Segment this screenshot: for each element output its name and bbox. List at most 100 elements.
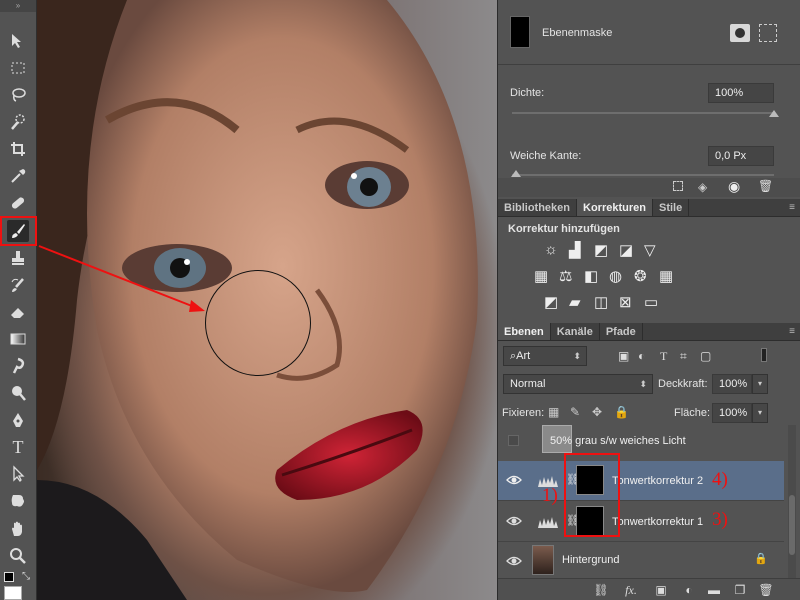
vector-mask-button[interactable] [759, 24, 777, 42]
lock-all-icon[interactable]: 🔒 [614, 405, 629, 419]
gradient-map-icon[interactable]: ▭ [644, 293, 658, 311]
tab-adjustments[interactable]: Korrekturen [577, 199, 653, 216]
color-balance-icon[interactable]: ⚖ [559, 267, 572, 285]
invert-icon[interactable]: ◩ [544, 293, 558, 311]
filter-toggle[interactable] [761, 348, 767, 362]
custom-shape-tool[interactable] [7, 490, 29, 512]
feather-field[interactable]: 0,0 Px [708, 146, 774, 166]
layer-name[interactable]: Hintergrund [562, 554, 619, 566]
new-layer-icon[interactable]: ❐ [732, 582, 748, 598]
pixel-mask-button[interactable] [730, 24, 750, 42]
scrollbar-thumb[interactable] [789, 495, 795, 555]
hue-saturation-icon[interactable]: ▦ [534, 267, 548, 285]
quick-select-tool[interactable] [7, 111, 29, 133]
fx-icon[interactable]: fx. [623, 582, 639, 598]
type-tool[interactable]: T [7, 436, 29, 458]
feather-slider[interactable] [512, 174, 774, 176]
toolbar-collapse-handle[interactable]: » [0, 0, 36, 12]
filter-adjustment-icon[interactable]: ◐ [638, 349, 645, 363]
folder-icon[interactable]: ▬ [706, 582, 722, 598]
opacity-dropdown-button[interactable]: ▾ [752, 374, 768, 394]
density-slider-thumb[interactable] [769, 110, 779, 117]
black-white-icon[interactable]: ◧ [584, 267, 598, 285]
lock-transparency-icon[interactable]: ▦ [548, 405, 559, 419]
stamp-tool[interactable] [7, 247, 29, 269]
filter-shape-icon[interactable]: ⌗ [680, 349, 687, 364]
tab-paths[interactable]: Pfade [600, 323, 643, 340]
link-icon[interactable]: ⛓ [593, 582, 609, 598]
swap-colors-icon[interactable]: ⤡ [22, 571, 30, 582]
color-lookup-icon[interactable]: ▦ [659, 267, 673, 285]
filter-type-icon[interactable]: T [660, 349, 667, 364]
posterize-icon[interactable]: ▰ [569, 293, 581, 311]
layer-row[interactable]: Hintergrund 🔒 [498, 542, 784, 580]
photo-filter-icon[interactable]: ◍ [609, 267, 622, 285]
layer-row[interactable]: ⛓ Tonwertkorrektur 1 [498, 502, 784, 542]
marquee-tool[interactable] [7, 57, 29, 79]
curves-icon[interactable]: ◩ [594, 241, 608, 259]
layer-row[interactable]: 50% grau s/w weiches Licht [498, 425, 784, 463]
smudge-tool[interactable] [7, 355, 29, 377]
visibility-icon[interactable]: ◉ [728, 178, 740, 195]
adjustment-icon[interactable]: ◐ [681, 582, 697, 598]
layer-name[interactable]: 50% grau s/w weiches Licht [550, 435, 686, 447]
load-selection-icon[interactable] [673, 181, 683, 191]
fill-field[interactable]: 100% [712, 403, 752, 423]
tab-channels[interactable]: Kanäle [551, 323, 600, 340]
zoom-tool[interactable] [7, 545, 29, 567]
panel-menu-icon[interactable]: ≡ [783, 199, 800, 216]
eye-icon[interactable] [506, 553, 522, 569]
vibrance-icon[interactable]: ▽ [644, 241, 656, 259]
layers-scrollbar[interactable] [788, 425, 796, 580]
lasso-tool[interactable] [7, 84, 29, 106]
pen-tool[interactable] [7, 409, 29, 431]
document-canvas[interactable] [37, 0, 497, 600]
apply-mask-icon[interactable]: ◈ [698, 180, 707, 194]
crop-tool[interactable] [7, 138, 29, 160]
feather-slider-thumb[interactable] [511, 170, 521, 177]
levels-icon[interactable]: ▟ [569, 241, 581, 259]
default-colors-icon[interactable] [4, 572, 14, 582]
channel-mixer-icon[interactable]: ❂ [634, 267, 647, 285]
density-field[interactable]: 100% [708, 83, 774, 103]
trash-icon[interactable]: 🗑 [758, 582, 774, 598]
healing-brush-tool[interactable] [7, 192, 29, 214]
visibility-checkbox[interactable] [508, 435, 519, 446]
mask-icon[interactable]: ▣ [653, 582, 669, 598]
filter-pixel-icon[interactable]: ▣ [618, 349, 629, 363]
fill-label: Fläche: [674, 407, 711, 419]
tab-layers[interactable]: Ebenen [498, 323, 551, 340]
eyedropper-tool[interactable] [7, 165, 29, 187]
blend-mode-select[interactable]: Normal ⬍ [503, 374, 653, 394]
lock-position-icon[interactable]: ✥ [592, 405, 602, 419]
gradient-tool[interactable] [7, 328, 29, 350]
quick-select-icon [11, 114, 25, 130]
hand-tool[interactable] [7, 518, 29, 540]
eye-icon[interactable] [506, 513, 522, 529]
filter-kind-select[interactable]: ⌕Art ⬍ [503, 346, 587, 366]
mask-thumbnail [510, 16, 530, 48]
filter-smart-object-icon[interactable]: ▢ [700, 349, 711, 363]
layer-name[interactable]: Tonwertkorrektur 2 [612, 475, 703, 487]
eye-icon[interactable] [506, 472, 522, 488]
lock-pixels-icon[interactable]: ✎ [570, 405, 580, 419]
brightness-icon[interactable]: ☼ [544, 241, 558, 258]
threshold-icon[interactable]: ◫ [594, 293, 608, 311]
trash-icon[interactable]: 🗑 [758, 179, 773, 193]
layer-name[interactable]: Tonwertkorrektur 1 [612, 516, 703, 528]
path-select-tool[interactable] [7, 463, 29, 485]
opacity-field[interactable]: 100% [712, 374, 752, 394]
foreground-color-swatch[interactable] [4, 586, 22, 600]
layer-row[interactable]: ⛓ Tonwertkorrektur 2 [498, 461, 784, 501]
selective-color-icon[interactable]: ⊠ [619, 293, 632, 311]
fill-dropdown-button[interactable]: ▾ [752, 403, 768, 423]
tab-styles[interactable]: Stile [653, 199, 690, 216]
tab-libraries[interactable]: Bibliotheken [498, 199, 578, 216]
eraser-tool[interactable] [7, 301, 29, 323]
move-tool[interactable] [7, 30, 29, 52]
density-slider[interactable] [512, 112, 774, 114]
dodge-tool[interactable] [7, 382, 29, 404]
exposure-icon[interactable]: ◪ [619, 241, 633, 259]
panel-menu-icon[interactable]: ≡ [783, 323, 800, 340]
history-brush-tool[interactable] [7, 274, 29, 296]
